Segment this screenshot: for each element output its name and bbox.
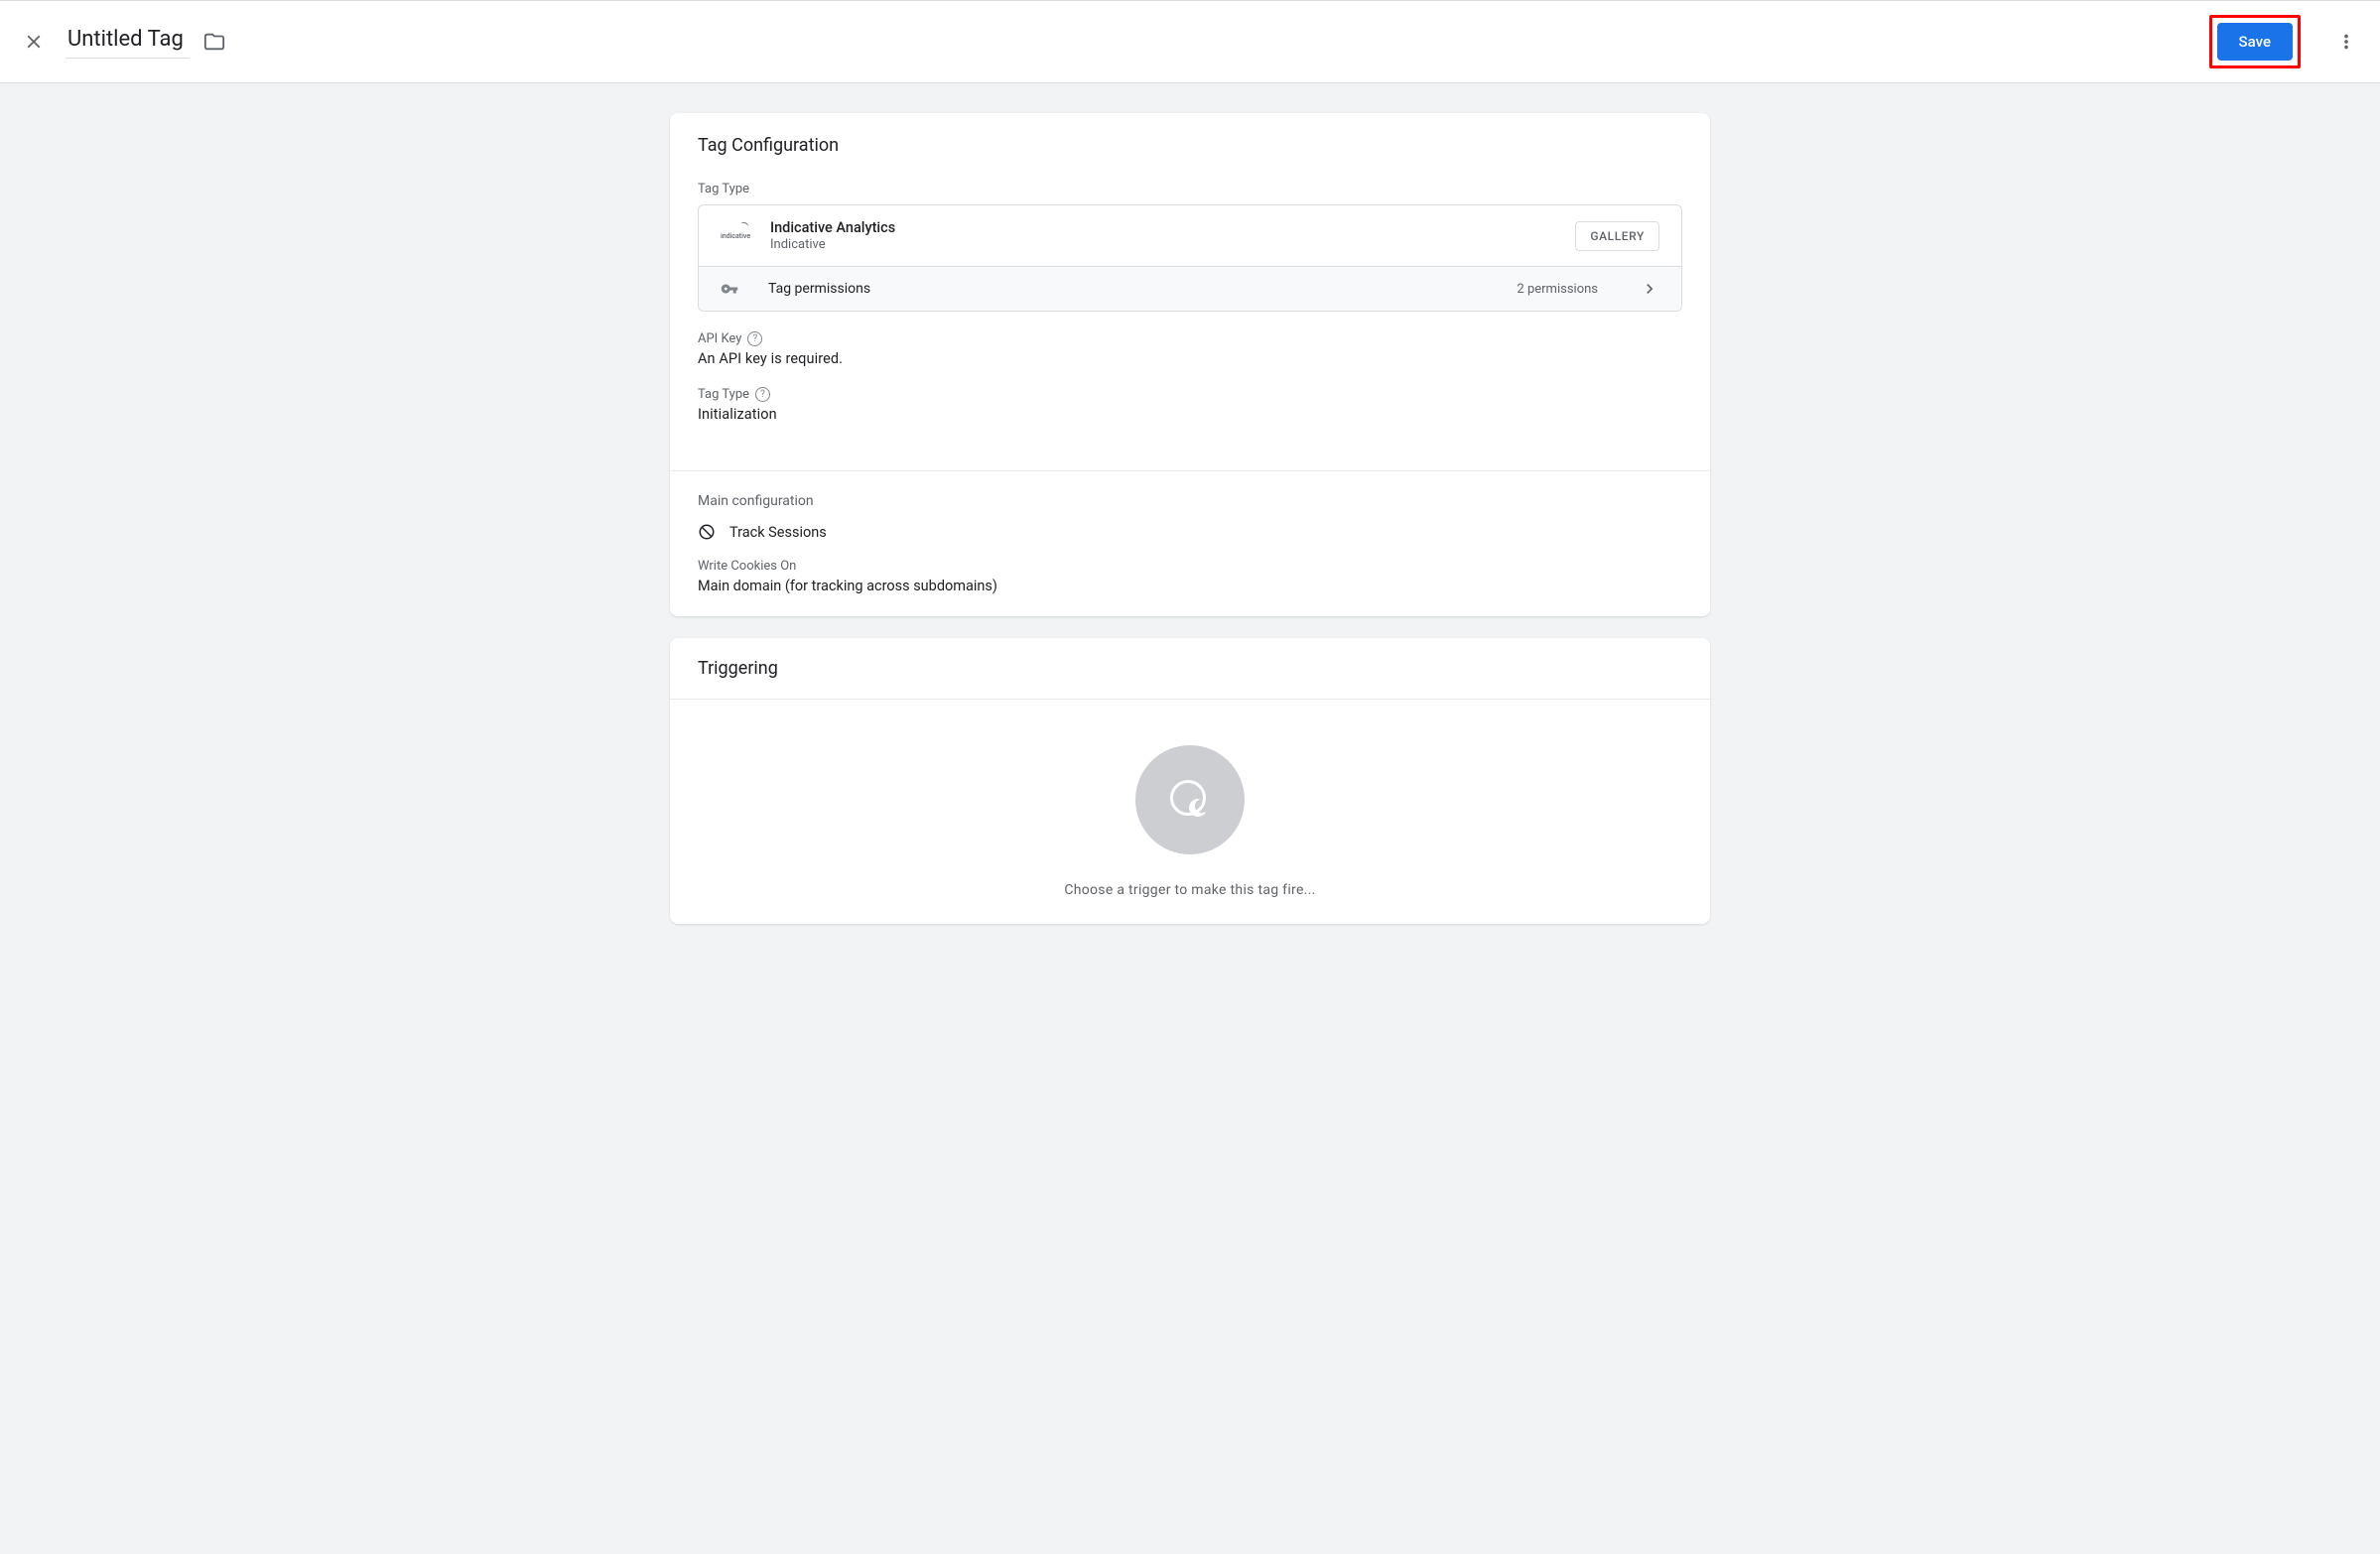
triggering-empty-state[interactable]: Choose a trigger to make this tag fire..… — [670, 700, 1710, 924]
more-menu-button[interactable] — [2334, 30, 2358, 54]
close-button[interactable] — [22, 30, 46, 54]
permissions-label: Tag permissions — [768, 281, 1487, 297]
chevron-right-icon — [1640, 279, 1659, 299]
help-icon[interactable]: ? — [747, 331, 762, 346]
folder-icon — [203, 31, 225, 53]
vendor-logo-icon: indicative — [721, 226, 750, 246]
triggering-title: Triggering — [698, 658, 1682, 679]
tag-type2-value: Initialization — [670, 402, 1710, 443]
editor-header: Save — [0, 0, 2380, 83]
more-vert-icon — [2335, 31, 2357, 53]
tag-permissions-row[interactable]: Tag permissions 2 permissions — [699, 266, 1681, 311]
save-button[interactable]: Save — [2217, 23, 2293, 61]
permissions-count: 2 permissions — [1517, 282, 1598, 297]
tag-configuration-card: Tag Configuration Tag Type indicative In… — [670, 113, 1710, 616]
track-sessions-label: Track Sessions — [729, 524, 827, 541]
block-icon — [698, 523, 716, 541]
key-icon — [721, 280, 738, 298]
tag-type2-label-row: Tag Type ? — [670, 387, 1710, 402]
folder-button[interactable] — [203, 31, 225, 53]
trigger-icon — [1170, 780, 1210, 820]
track-sessions-row: Track Sessions — [670, 519, 1710, 553]
vendor-name: Indicative Analytics — [770, 219, 1555, 236]
tag-type-box: indicative Indicative Analytics Indicati… — [698, 204, 1682, 312]
main-config-label: Main configuration — [670, 471, 1710, 519]
save-button-highlight: Save — [2209, 15, 2301, 68]
api-key-label: API Key — [698, 331, 741, 346]
cookies-label: Write Cookies On — [670, 553, 1710, 574]
tag-type2-label: Tag Type — [698, 387, 749, 402]
help-icon[interactable]: ? — [755, 387, 770, 402]
tag-type-label: Tag Type — [670, 182, 1710, 196]
api-key-value: An API key is required. — [670, 346, 1710, 367]
tag-name-input[interactable] — [66, 25, 190, 59]
tag-type-vendor-row: indicative Indicative Analytics Indicati… — [699, 205, 1681, 266]
trigger-add-circle[interactable] — [1135, 745, 1245, 854]
close-icon — [23, 31, 45, 53]
vendor-sub: Indicative — [770, 237, 1555, 252]
tag-configuration-title: Tag Configuration — [698, 135, 1682, 156]
triggering-card: Triggering Choose a trigger to make this… — [670, 638, 1710, 924]
api-key-label-row: API Key ? — [670, 331, 1710, 346]
triggering-hint: Choose a trigger to make this tag fire..… — [1064, 882, 1315, 898]
cookies-value: Main domain (for tracking across subdoma… — [670, 574, 1710, 616]
gallery-button[interactable]: GALLERY — [1575, 221, 1659, 251]
